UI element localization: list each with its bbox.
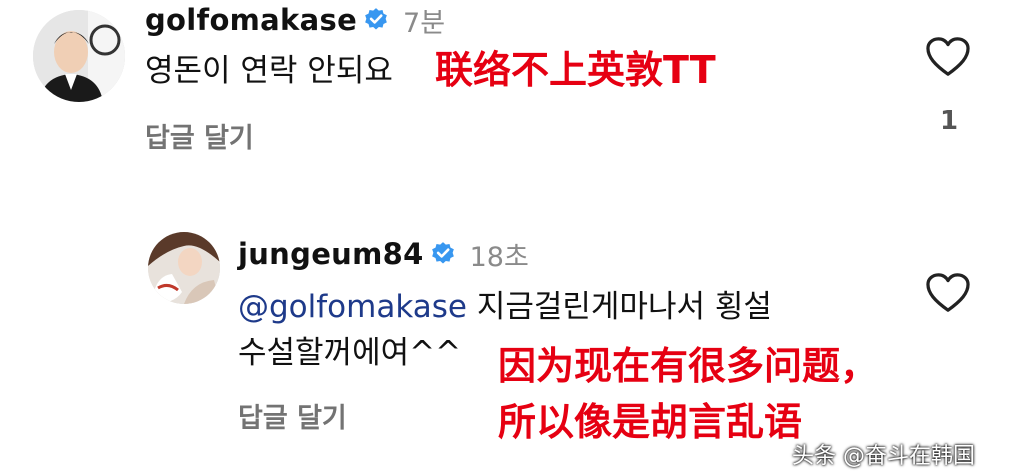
comment-header: jungeum84 18초 (238, 234, 529, 274)
timestamp: 7분 (403, 7, 446, 39)
reply-button[interactable]: 답글 달기 (145, 116, 254, 155)
watermark: 头条 @奋斗在韩国 (792, 444, 975, 469)
username[interactable]: jungeum84 (238, 237, 424, 271)
comment-body: 지금걸린게마나서 횡설 (466, 289, 772, 325)
like-heart-icon[interactable] (925, 272, 971, 314)
translation-annotation: 联络不上英敦TT (435, 48, 716, 92)
comment-text: 영돈이 연락 안되요 (145, 48, 393, 94)
username[interactable]: golfomakase (145, 3, 357, 37)
verified-badge-icon (431, 242, 454, 264)
comment-header: golfomakase 7분 (145, 0, 445, 40)
like-heart-icon[interactable] (925, 36, 971, 78)
reply-button[interactable]: 답글 달기 (238, 396, 347, 435)
avatar[interactable] (148, 232, 220, 304)
like-count: 1 (940, 106, 959, 136)
avatar[interactable] (33, 10, 125, 102)
comment-body: 영돈이 연락 안되요 (145, 53, 393, 89)
annotation-line: 因为现在有很多问题， (498, 344, 879, 388)
verified-badge-icon (365, 8, 387, 30)
mention-link[interactable]: @golfomakase (238, 289, 467, 325)
translation-annotation: 因为现在有很多问题， 所以像是胡言乱语 (498, 338, 878, 450)
timestamp: 18초 (469, 241, 529, 273)
